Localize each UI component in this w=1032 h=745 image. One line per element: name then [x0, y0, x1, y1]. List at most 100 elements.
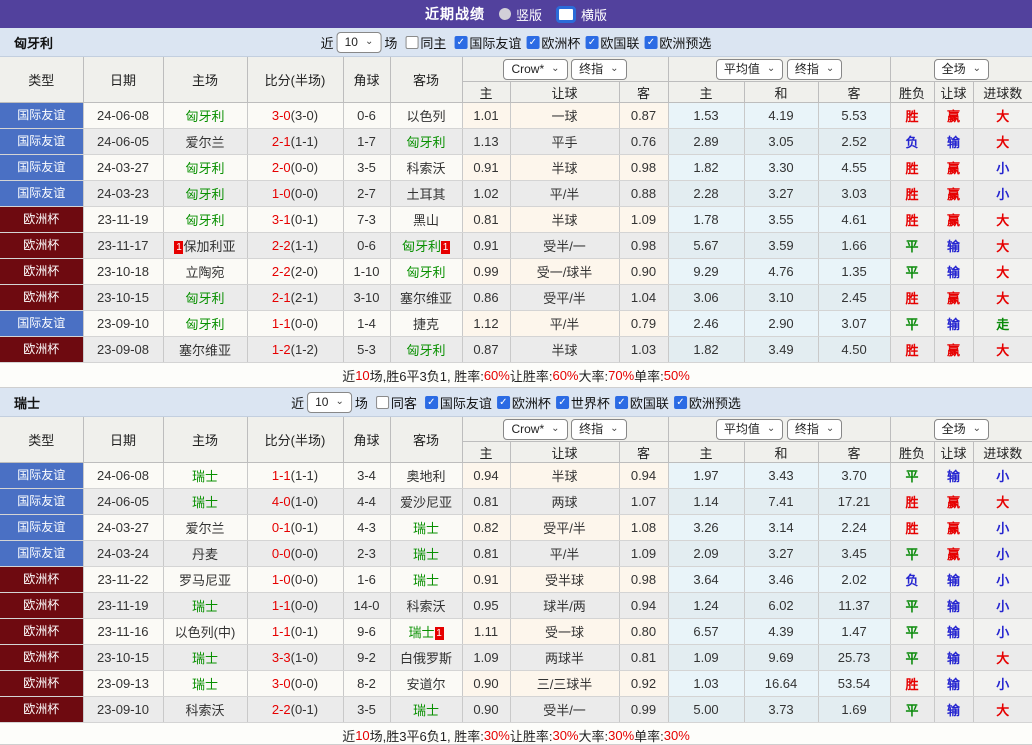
avg-final-select[interactable]: 终指 ⌄ — [786, 58, 843, 80]
checkbox-checked-icon[interactable]: ✓ — [496, 395, 510, 409]
competition-checkbox[interactable]: ✓ 世界杯 — [555, 393, 610, 412]
checkbox-unchecked-icon[interactable] — [405, 35, 419, 49]
competition-checkbox[interactable]: ✓ 国际友谊 — [424, 393, 492, 412]
avg-draw-odds-value: 4.39 — [768, 624, 794, 639]
crow-home-odds-value: 1.12 — [473, 316, 499, 331]
crow-home-odds-value: 0.95 — [473, 598, 499, 613]
summary-text-segment: 近 — [342, 728, 356, 744]
checkbox-checked-icon[interactable]: ✓ — [555, 395, 569, 409]
avg-home-odds: 6.57 — [668, 618, 745, 645]
full-match-select[interactable]: 全场 ⌄ — [933, 418, 990, 440]
result-handicap-value: 输 — [947, 135, 961, 150]
match-date-cell: 23-11-22 — [83, 566, 164, 593]
avg-source-select[interactable]: 平均值 ⌄ — [715, 58, 784, 80]
corner-count: 4-3 — [357, 520, 376, 535]
competition-checkbox[interactable]: ✓ 欧洲杯 — [496, 393, 551, 412]
half-time-score: (0-0) — [290, 316, 319, 331]
match-count-select[interactable]: 10 ⌄ — [336, 31, 382, 53]
result-winloss: 胜 — [890, 102, 935, 129]
col-date: 日期 — [83, 417, 164, 463]
checkbox-checked-icon[interactable]: ✓ — [454, 35, 468, 49]
final-odds-select[interactable]: 终指 ⌄ — [571, 418, 627, 440]
match-date-cell: 23-10-18 — [83, 258, 164, 285]
result-winloss-value: 胜 — [905, 109, 919, 124]
away-team-cell: 瑞士 — [390, 696, 463, 723]
layout-radio-horizontal[interactable]: 横版 — [556, 5, 607, 24]
radio-selected-icon[interactable] — [556, 5, 576, 23]
competition-label: 国际友谊 — [469, 35, 522, 51]
avg-draw-odds: 3.59 — [744, 232, 819, 259]
half-time-score: (2-1) — [290, 290, 319, 305]
radio-unselected-icon[interactable] — [498, 8, 511, 20]
crow-away-odds: 1.08 — [619, 514, 669, 541]
corner-count: 0-6 — [357, 108, 376, 123]
odds-source-select[interactable]: Crow* ⌄ — [503, 418, 568, 440]
result-goals: 大 — [973, 696, 1032, 723]
competition-checkbox[interactable]: ✓ 欧洲预选 — [673, 393, 741, 412]
avg-source-select[interactable]: 平均值 ⌄ — [715, 418, 784, 440]
home-team-cell: 瑞士 — [163, 592, 248, 619]
avg-draw-odds: 9.69 — [744, 644, 819, 671]
corner-cell: 4-3 — [343, 514, 391, 541]
col-away: 客场 — [390, 57, 463, 103]
result-handicap: 赢 — [934, 540, 974, 567]
avg-home-odds: 1.82 — [668, 154, 745, 181]
avg-home-odds-value: 3.26 — [693, 520, 719, 535]
sub-col-header: 胜负 — [890, 81, 935, 103]
summary-text-segment: 30% — [552, 727, 579, 743]
final-odds-select[interactable]: 终指 ⌄ — [571, 58, 627, 80]
col-score: 比分(半场) — [247, 417, 344, 463]
avg-draw-odds: 2.90 — [744, 310, 819, 337]
half-time-score: (0-0) — [290, 572, 319, 587]
result-goals-value: 小 — [996, 187, 1010, 202]
crow-odds-group: Crow* ⌄ 终指 ⌄ — [462, 417, 669, 442]
home-team-name: 瑞士 — [191, 495, 218, 510]
home-team-name: 匈牙利 — [185, 187, 225, 202]
match-count-value: 10 — [344, 34, 358, 49]
checkbox-checked-icon[interactable]: ✓ — [673, 395, 687, 409]
competition-checkbox[interactable]: ✓ 欧国联 — [585, 33, 639, 52]
checkbox-checked-icon[interactable]: ✓ — [526, 35, 540, 49]
same-venue-checkbox[interactable]: 同主 — [405, 33, 446, 52]
crow-home-odds: 0.90 — [462, 696, 511, 723]
same-venue-checkbox[interactable]: 同客 — [375, 393, 417, 412]
result-goals-value: 大 — [996, 651, 1010, 666]
crow-home-odds-value: 0.81 — [473, 212, 499, 227]
summary-text-segment: 10 — [355, 727, 370, 743]
checkbox-unchecked-icon[interactable] — [375, 395, 389, 409]
avg-draw-odds: 3.43 — [744, 462, 819, 489]
crow-handicap-value: 两球半 — [544, 651, 584, 666]
result-handicap: 赢 — [934, 284, 974, 311]
home-team-name: 立陶宛 — [185, 265, 225, 280]
avg-home-odds-value: 2.09 — [693, 546, 719, 561]
score-cell: 3-1(0-1) — [247, 206, 344, 233]
competition-checkbox[interactable]: ✓ 欧洲预选 — [644, 33, 711, 52]
avg-final-select[interactable]: 终指 ⌄ — [786, 418, 843, 440]
checkbox-checked-icon[interactable]: ✓ — [585, 35, 599, 49]
crow-away-odds-value: 0.94 — [630, 598, 657, 613]
match-count-select[interactable]: 10 ⌄ — [307, 391, 352, 413]
crow-away-odds-value: 0.88 — [630, 186, 657, 201]
result-handicap-value: 输 — [947, 265, 961, 280]
odds-source-select[interactable]: Crow* ⌄ — [503, 58, 568, 80]
summary-text-segment: 大率: — [578, 368, 609, 384]
match-date: 23-09-08 — [96, 342, 150, 357]
avg-draw-odds-value: 3.43 — [768, 468, 794, 483]
avg-home-odds: 2.89 — [668, 128, 745, 155]
checkbox-checked-icon[interactable]: ✓ — [644, 35, 658, 49]
home-team-name: 瑞士 — [191, 651, 218, 666]
summary-text-segment: 近 — [342, 368, 356, 384]
score-cell: 1-0(0-0) — [247, 566, 344, 593]
layout-radio-vertical[interactable]: 竖版 — [498, 5, 542, 24]
checkbox-checked-icon[interactable]: ✓ — [614, 395, 628, 409]
competition-checkbox[interactable]: ✓ 国际友谊 — [454, 33, 521, 52]
crow-handicap: 受半/一 — [510, 696, 620, 723]
competition-checkbox[interactable]: ✓ 欧洲杯 — [526, 33, 580, 52]
avg-draw-odds-value: 3.55 — [768, 212, 794, 227]
competition-checkbox[interactable]: ✓ 欧国联 — [614, 393, 669, 412]
checkbox-checked-icon[interactable]: ✓ — [424, 395, 438, 409]
chevron-down-icon: ⌄ — [610, 62, 619, 74]
score-cell: 1-0(0-0) — [247, 180, 344, 207]
crow-away-odds: 1.07 — [619, 488, 669, 515]
full-match-select[interactable]: 全场 ⌄ — [933, 58, 990, 80]
